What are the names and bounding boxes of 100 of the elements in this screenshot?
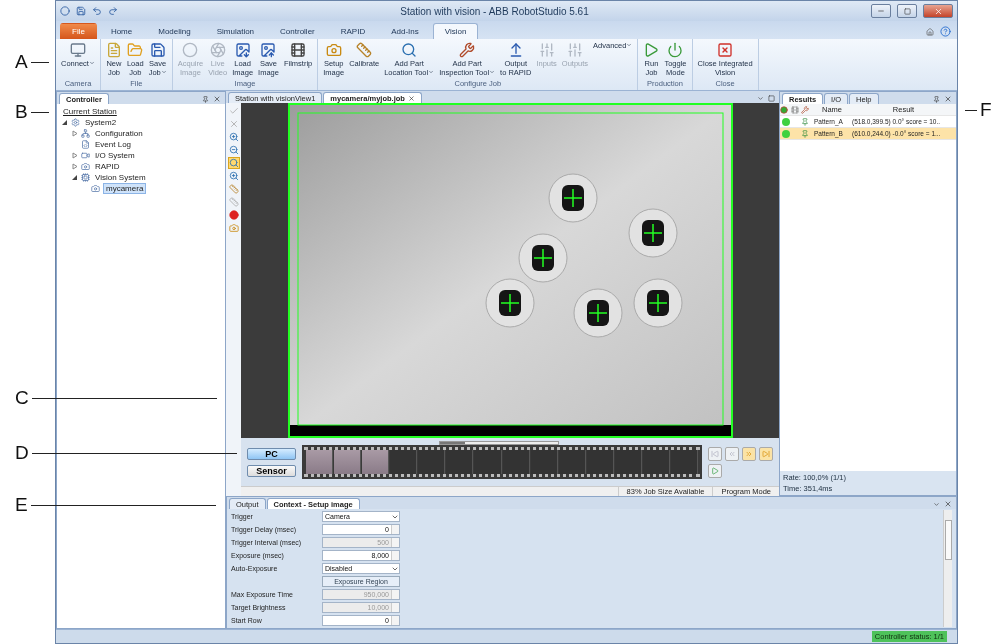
tree-node-icon xyxy=(81,162,90,171)
image-column-icon xyxy=(791,105,799,114)
monitor-icon xyxy=(69,42,86,58)
rewind-icon xyxy=(728,449,736,458)
fast-forward-icon xyxy=(745,449,753,458)
circle-icon xyxy=(182,42,199,58)
folder-icon xyxy=(127,42,144,58)
tree-item[interactable]: mycamera xyxy=(103,183,147,194)
pin-icon[interactable] xyxy=(202,95,209,103)
play-icon xyxy=(711,466,719,475)
frame-thumbnail[interactable] xyxy=(362,450,390,474)
record-icon[interactable] xyxy=(228,210,239,220)
minimize-button[interactable] xyxy=(871,4,891,18)
tree-item[interactable]: Event Log xyxy=(93,140,134,149)
maximize-icon[interactable] xyxy=(768,95,775,102)
ribbon-tab[interactable]: Modeling xyxy=(146,23,203,39)
camera-icon xyxy=(325,42,342,58)
caret-icon[interactable] xyxy=(757,95,764,102)
scrollbar[interactable] xyxy=(943,510,952,627)
expand-arrow-icon[interactable] xyxy=(71,163,78,170)
search-icon xyxy=(401,42,418,58)
help-icon[interactable] xyxy=(940,26,951,37)
zoom-fit-icon[interactable] xyxy=(228,158,239,168)
zoom-out-icon[interactable] xyxy=(228,145,239,155)
callout-label: B xyxy=(15,102,28,122)
sliders-icon xyxy=(538,42,555,58)
previous-button[interactable] xyxy=(725,446,739,461)
callout-label: A xyxy=(15,52,28,72)
close-icon[interactable] xyxy=(228,119,239,129)
filmstrip-icon xyxy=(290,42,307,58)
play-button[interactable] xyxy=(708,463,722,478)
first-frame-button[interactable] xyxy=(708,446,722,461)
ribbon-tab[interactable]: Add-Ins xyxy=(379,23,431,39)
ribbon-tab[interactable]: RAPID xyxy=(328,23,378,39)
tree-item[interactable]: RAPID xyxy=(93,162,122,171)
source-button[interactable]: PC xyxy=(247,447,296,460)
close-icon[interactable] xyxy=(944,500,952,508)
expand-arrow-icon[interactable] xyxy=(71,152,78,159)
ribbon-tab[interactable]: Simulation xyxy=(204,23,267,39)
minimize-icon xyxy=(877,7,885,15)
ruler-icon[interactable] xyxy=(228,184,239,194)
maximize-button[interactable] xyxy=(897,4,917,18)
ruler-icon xyxy=(356,42,373,58)
tree-item[interactable]: I/O System xyxy=(93,151,137,160)
station-link[interactable]: Current Station xyxy=(61,107,119,116)
tree-node-icon xyxy=(81,129,90,138)
aperture-icon xyxy=(209,42,226,58)
leader-line xyxy=(965,109,977,111)
skip-forward-icon xyxy=(762,449,770,458)
tree-node-icon xyxy=(81,151,90,160)
tree-node-icon xyxy=(81,140,90,149)
close-icon[interactable] xyxy=(213,95,221,103)
window-title: Station with vision - ABB RobotStudio 5.61 xyxy=(399,5,590,17)
tree-node-icon xyxy=(71,118,80,127)
pin-icon xyxy=(801,117,809,126)
play-icon xyxy=(643,42,660,58)
redo-icon[interactable] xyxy=(108,6,118,16)
load-image-icon xyxy=(234,42,251,58)
collapse-arrow-icon[interactable] xyxy=(61,119,68,126)
check-icon[interactable] xyxy=(228,106,239,116)
expand-arrow-icon[interactable] xyxy=(71,130,78,137)
maximize-icon xyxy=(903,7,911,15)
callout-label: F xyxy=(980,100,992,120)
power-icon xyxy=(667,42,684,58)
tree-item[interactable]: Configuration xyxy=(93,129,145,138)
close-icon[interactable] xyxy=(407,94,415,102)
save-image-icon xyxy=(260,42,277,58)
save-icon[interactable] xyxy=(76,6,86,16)
caret-icon[interactable] xyxy=(933,500,940,508)
home-icon[interactable] xyxy=(926,27,934,36)
ribbon-tab[interactable]: Home xyxy=(98,23,145,39)
ribbon-tab[interactable]: Vision xyxy=(432,23,479,39)
callout-label: D xyxy=(15,443,29,463)
close-icon xyxy=(717,42,734,58)
tool-column-icon xyxy=(801,105,809,114)
undo-icon[interactable] xyxy=(92,6,102,16)
document-icon xyxy=(105,42,122,58)
save-icon xyxy=(149,42,166,58)
tree-item[interactable]: Vision System xyxy=(93,173,148,182)
tree-node-icon xyxy=(91,184,100,193)
camera-icon[interactable] xyxy=(228,223,239,233)
last-frame-button[interactable] xyxy=(759,446,773,461)
frame-thumbnail[interactable] xyxy=(334,450,362,474)
collapse-arrow-icon[interactable] xyxy=(71,174,78,181)
leader-line xyxy=(30,111,49,113)
close-button[interactable] xyxy=(923,4,953,18)
app-logo-icon xyxy=(60,6,70,16)
pin-icon[interactable] xyxy=(933,95,940,103)
sliders-icon xyxy=(566,42,583,58)
zoom-in-icon[interactable] xyxy=(228,171,239,181)
frame-thumbnail[interactable] xyxy=(306,450,334,474)
leader-line xyxy=(30,61,49,63)
ribbon-tab[interactable]: Controller xyxy=(268,23,327,39)
next-button[interactable] xyxy=(742,446,756,461)
scrollbar[interactable] xyxy=(439,441,559,445)
zoom-in-icon[interactable] xyxy=(228,132,239,142)
tree-item[interactable]: System2 xyxy=(83,118,119,127)
close-icon[interactable] xyxy=(944,95,952,103)
skip-back-icon xyxy=(711,449,719,458)
source-button[interactable]: Sensor xyxy=(247,464,296,477)
